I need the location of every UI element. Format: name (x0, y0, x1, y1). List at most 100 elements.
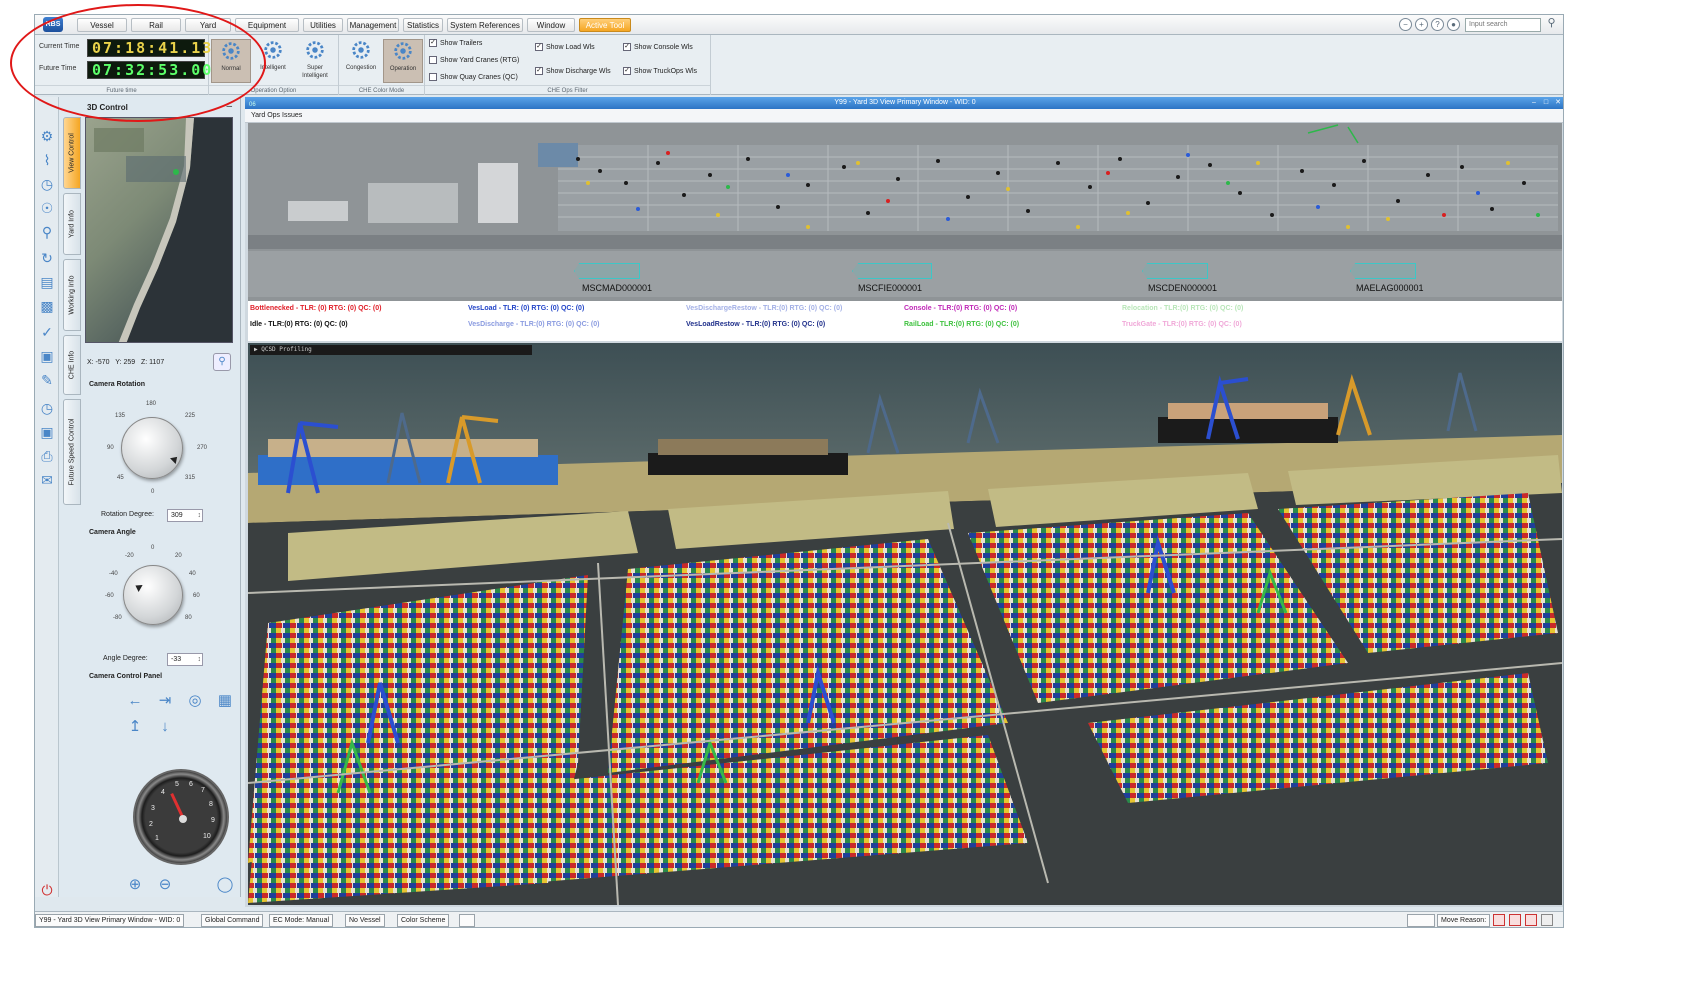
show-yard-cranes-checkbox[interactable]: Show Yard Cranes (RTG) (429, 56, 519, 64)
globe-icon[interactable]: ☉ (38, 199, 56, 217)
pan-down-icon[interactable]: ↓ (155, 717, 175, 737)
yard-ops-overview[interactable]: MSCMAD000001 MSCFIE000001 MSCDEN000001 M… (248, 123, 1562, 301)
menu-rail[interactable]: Rail (131, 18, 181, 32)
speed-clock-gauge[interactable]: 5 6 7 8 9 10 4 3 2 1 (133, 769, 229, 865)
lock-icon[interactable]: ▣ (38, 423, 56, 441)
reset-view-icon[interactable]: ◯ (215, 875, 235, 895)
grid-view-icon[interactable]: ▦ (215, 691, 235, 711)
dial-pointer (170, 454, 180, 464)
power-icon[interactable]: ⏻ (38, 881, 56, 899)
pan-right-icon[interactable]: ⇥ (155, 691, 175, 711)
zoom-map-icon[interactable]: ⚲ (213, 353, 231, 371)
operation-button[interactable]: Operation (383, 39, 423, 83)
pan-left-icon[interactable]: ← (125, 691, 145, 711)
clock-hub (179, 815, 187, 823)
intelligent-button[interactable]: Intelligent (253, 39, 293, 83)
legend-railload: RailLoad - TLR:(0) RTG: (0) QC: (0) (904, 321, 1020, 328)
settings-icon[interactable]: ⚙ (38, 127, 56, 145)
vessel-outline[interactable] (1142, 263, 1208, 279)
vessel-indicator[interactable]: No Vessel (345, 914, 385, 927)
show-discharge-wls-checkbox[interactable]: ✓ Show Discharge Wls (535, 67, 611, 75)
show-truckops-wls-checkbox[interactable]: ✓ Show TruckOps Wls (623, 67, 697, 75)
menu-active-tool[interactable]: Active Tool (579, 18, 631, 32)
user-icon[interactable]: ● (1447, 18, 1460, 31)
vessel-outline[interactable] (1350, 263, 1416, 279)
menu-window[interactable]: Window (527, 18, 575, 32)
angle-dial[interactable] (123, 565, 183, 625)
notes-icon[interactable]: ✎ (38, 371, 56, 389)
menu-utilities[interactable]: Utilities (303, 18, 343, 32)
legend-relocation: Relocation - TLR:(0) RTG: (0) QC: (0) (1122, 305, 1244, 312)
show-load-wls-checkbox[interactable]: ✓ Show Load Wls (535, 43, 595, 51)
angle-degree-input[interactable]: -33 (167, 653, 203, 666)
camera-control-panel-title: Camera Control Panel (89, 673, 163, 680)
minimize-icon[interactable]: – (226, 101, 232, 112)
rotation-tick: 225 (185, 413, 196, 419)
vessel-label[interactable]: MAELAG000001 (1356, 283, 1424, 293)
ec-mode-indicator[interactable]: EC Mode: Manual (269, 914, 334, 927)
menu-system-references[interactable]: System References (447, 18, 523, 32)
show-discharge-wls-label: Show Discharge Wls (546, 67, 611, 75)
refresh-icon[interactable]: ↻ (38, 249, 56, 267)
status-resize-icon[interactable] (1541, 914, 1553, 926)
status-pause-icon[interactable] (1525, 914, 1537, 926)
time-icon[interactable]: ◷ (38, 399, 56, 417)
focus-target-icon[interactable]: ◎ (185, 691, 205, 711)
tab-che-info[interactable]: CHE Info (63, 335, 81, 395)
color-scheme-button[interactable]: Color Scheme (397, 914, 450, 927)
check-icon[interactable]: ✓ (38, 323, 56, 341)
status-list-icon[interactable] (1509, 914, 1521, 926)
message-icon[interactable]: ✉ (38, 471, 56, 489)
chart-icon[interactable]: ▩ (38, 297, 56, 315)
status-filter-icon[interactable] (1493, 914, 1505, 926)
clock-number: 10 (203, 833, 211, 840)
zoom-out-icon[interactable]: − (1399, 18, 1412, 31)
zoom-out-camera-icon[interactable]: ⊖ (155, 875, 175, 895)
search-input[interactable]: Input search (1465, 18, 1541, 32)
search-icon[interactable]: ⚲ (1545, 18, 1558, 31)
normal-button[interactable]: Normal (211, 39, 251, 83)
minimap[interactable] (85, 117, 233, 343)
vessel-label[interactable]: MSCDEN000001 (1148, 283, 1217, 293)
global-command-button[interactable]: Global Command (201, 914, 264, 927)
congestion-button[interactable]: Congestion (341, 39, 381, 83)
window-minimize-icon[interactable]: – (1529, 98, 1539, 108)
vessel-label[interactable]: MSCMAD000001 (582, 283, 652, 293)
zoom-in-camera-icon[interactable]: ⊕ (125, 875, 145, 895)
rotation-dial[interactable] (121, 417, 183, 479)
vessel-outline[interactable] (574, 263, 640, 279)
tab-working-info[interactable]: Working Info (63, 259, 81, 331)
zoom-icon[interactable]: ⚲ (38, 223, 56, 241)
qcsd-profiling-bar[interactable]: ▶ QCSD Profiling (250, 345, 532, 355)
window-maximize-icon[interactable]: □ (1541, 98, 1551, 108)
tab-view-control[interactable]: View Control (63, 117, 81, 189)
menu-management[interactable]: Management (347, 18, 399, 32)
menu-yard[interactable]: Yard (185, 18, 231, 32)
tab-future-speed-control[interactable]: Future Speed Control (63, 399, 81, 505)
che-status-legend: Bottlenecked - TLR: (0) RTG: (0) QC: (0)… (248, 301, 1562, 341)
menu-statistics[interactable]: Statistics (403, 18, 443, 32)
status-bar: Y99 - Yard 3D View Primary Window - WID:… (35, 911, 1563, 927)
clock-icon[interactable]: ◷ (38, 175, 56, 193)
vessel-outline[interactable] (852, 263, 932, 279)
show-quay-cranes-checkbox[interactable]: Show Quay Cranes (QC) (429, 73, 518, 81)
print-icon[interactable]: ⎙ (38, 447, 56, 465)
menu-equipment-control[interactable]: Equipment Control (235, 18, 299, 44)
angle-tick: -80 (113, 615, 122, 621)
window-close-icon[interactable]: ✕ (1553, 98, 1563, 108)
application-window: RBS Vessel Rail Yard Equipment Control U… (34, 14, 1564, 928)
yard-3d-scene[interactable]: ▶ QCSD Profiling (248, 343, 1562, 905)
help-icon[interactable]: ? (1431, 18, 1444, 31)
pan-up-icon[interactable]: ↥ (125, 717, 145, 737)
show-trailers-checkbox[interactable]: ✓ Show Trailers (429, 39, 482, 47)
zoom-in-icon[interactable]: + (1415, 18, 1428, 31)
rotation-degree-input[interactable]: 309 (167, 509, 203, 522)
super-intelligent-button[interactable]: Super Intelligent (295, 39, 335, 83)
tab-yard-info[interactable]: Yard Info (63, 193, 81, 255)
show-console-wls-checkbox[interactable]: ✓ Show Console Wls (623, 43, 693, 51)
menu-vessel[interactable]: Vessel (77, 18, 127, 32)
crane-icon[interactable]: ⌇ (38, 151, 56, 169)
vessel-label[interactable]: MSCFIE000001 (858, 283, 922, 293)
window-icon[interactable]: ▣ (38, 347, 56, 365)
report-icon[interactable]: ▤ (38, 273, 56, 291)
